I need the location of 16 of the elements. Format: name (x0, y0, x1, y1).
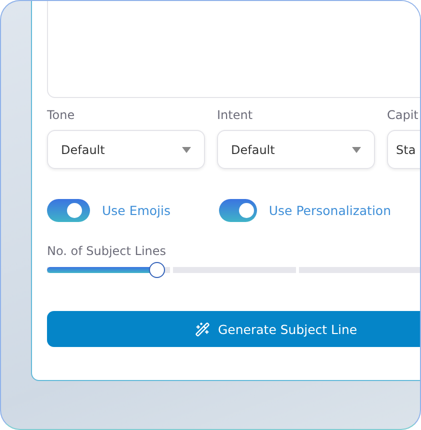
toggle-label: Use Personalization (268, 203, 391, 218)
caret-icon (352, 146, 361, 152)
slider-thumb[interactable] (149, 262, 165, 278)
field-label: Intent (217, 108, 254, 122)
magic-wand-icon (195, 322, 210, 336)
dropdown[interactable]: Default (217, 130, 375, 169)
dropdown[interactable]: Sta (387, 130, 420, 169)
field-label: Tone (47, 108, 76, 122)
toggle-switch[interactable] (219, 199, 257, 222)
toggle-label: Use Emojis (102, 203, 171, 218)
toggle-switch[interactable] (47, 199, 90, 222)
slider-label: No. of Subject Lines (47, 244, 168, 258)
field-label: Capit (387, 108, 420, 122)
caret-icon (182, 146, 191, 152)
dropdown[interactable]: Default (47, 130, 205, 169)
generate-button[interactable]: Generate Subject Line (47, 311, 420, 347)
